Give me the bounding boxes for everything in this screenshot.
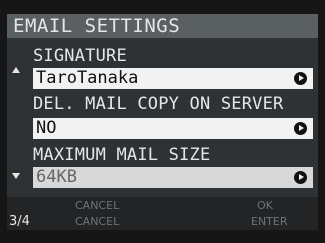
signature-value: TaroTanaka xyxy=(36,68,139,88)
del-mail-copy-value: NO xyxy=(36,118,57,138)
circle-arrow-right-icon[interactable] xyxy=(294,171,307,184)
title-bar: EMAIL SETTINGS xyxy=(7,14,318,38)
scroll-up-icon[interactable] xyxy=(12,67,20,73)
softkey-cancel-top[interactable]: CANCEL xyxy=(75,199,119,212)
page-title: EMAIL SETTINGS xyxy=(13,15,181,37)
signature-label: SIGNATURE xyxy=(33,46,127,66)
scroll-down-icon[interactable] xyxy=(12,173,20,179)
max-mail-size-field[interactable]: 64KB xyxy=(33,167,313,188)
circle-arrow-right-icon[interactable] xyxy=(294,72,307,85)
softkey-cancel-bottom[interactable]: CANCEL xyxy=(75,215,119,228)
signature-field[interactable]: TaroTanaka xyxy=(33,68,313,89)
softkey-bar: CANCEL OK 3/4 CANCEL ENTER xyxy=(7,197,318,230)
softkey-ok[interactable]: OK xyxy=(257,199,273,212)
softkey-enter[interactable]: ENTER xyxy=(251,215,288,228)
del-mail-copy-field[interactable]: NO xyxy=(33,118,313,139)
max-mail-size-value: 64KB xyxy=(36,167,77,187)
page-indicator: 3/4 xyxy=(9,214,30,229)
camera-menu-screen: EMAIL SETTINGS SIGNATURE TaroTanaka DEL.… xyxy=(0,0,325,243)
circle-arrow-right-icon[interactable] xyxy=(294,122,307,135)
max-mail-size-label: MAXIMUM MAIL SIZE xyxy=(33,145,211,165)
del-mail-copy-label: DEL. MAIL COPY ON SERVER xyxy=(33,94,284,114)
